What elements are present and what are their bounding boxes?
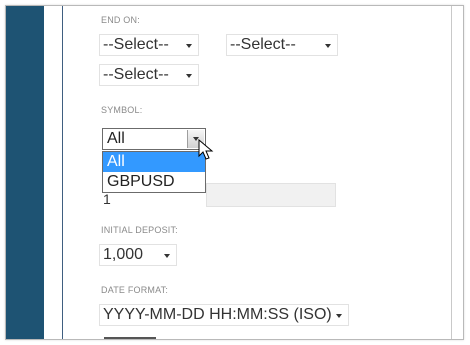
symbol-select-value: All: [107, 130, 125, 147]
symbol-dropdown-list[interactable]: All GBPUSD: [102, 151, 206, 193]
obscured-input-value: 1: [103, 191, 111, 207]
initial-deposit-select[interactable]: 1,000: [99, 244, 177, 266]
date-format-select[interactable]: YYYY-MM-DD HH:MM:SS (ISO): [99, 304, 349, 326]
date-format-label: DATE FORMAT:: [101, 285, 169, 295]
end-on-label: END ON:: [101, 15, 140, 25]
form-window: END ON: --Select-- --Select-- --Select--…: [5, 5, 464, 340]
date-format-value: YYYY-MM-DD HH:MM:SS (ISO): [103, 306, 332, 323]
end-on-select-2-value: --Select--: [230, 36, 296, 53]
left-sidebar-bar: [6, 6, 44, 339]
symbol-option-gbpusd[interactable]: GBPUSD: [103, 172, 205, 192]
end-on-select-1[interactable]: --Select--: [99, 34, 199, 56]
right-scroll-area[interactable]: [451, 6, 463, 339]
end-on-select-2[interactable]: --Select--: [226, 34, 338, 56]
chevron-down-icon: [186, 44, 192, 48]
end-on-select-1-value: --Select--: [103, 36, 169, 53]
symbol-label: SYMBOL:: [101, 105, 143, 115]
chevron-down-icon: [336, 314, 342, 318]
mouse-pointer-icon: [198, 139, 214, 160]
chevron-down-icon: [325, 44, 331, 48]
chevron-down-icon: [164, 254, 170, 258]
end-on-select-3[interactable]: --Select--: [99, 64, 199, 86]
symbol-option-all[interactable]: All: [103, 152, 205, 172]
initial-deposit-value: 1,000: [103, 246, 144, 263]
chevron-down-icon: [186, 74, 192, 78]
sidebar-divider: [62, 6, 63, 339]
symbol-select[interactable]: All: [102, 128, 206, 150]
left-gap: [44, 6, 62, 339]
next-field-edge: [104, 337, 156, 339]
obscured-input[interactable]: [206, 183, 336, 207]
end-on-select-3-value: --Select--: [103, 66, 169, 83]
initial-deposit-label: INITIAL DEPOSIT:: [101, 225, 178, 235]
